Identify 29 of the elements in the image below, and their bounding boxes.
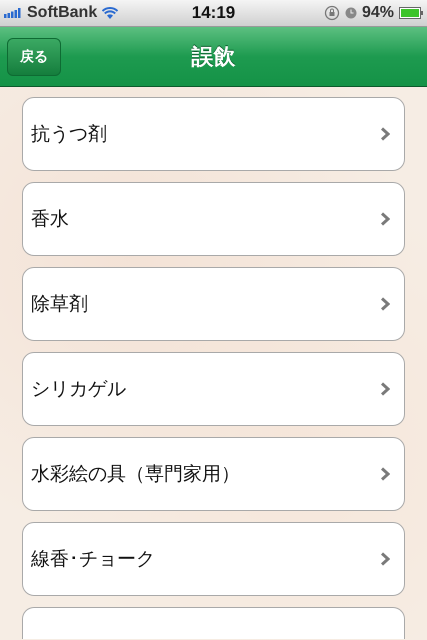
list-item[interactable]: シリカゲル [22, 352, 405, 426]
status-time: 14:19 [192, 3, 236, 23]
item-label: 抗うつ剤 [31, 122, 107, 147]
chevron-icon [380, 212, 390, 226]
rotation-lock-icon [324, 5, 340, 21]
item-label: 除草剤 [31, 292, 88, 317]
carrier-name: SoftBank [27, 4, 98, 22]
item-label: 香水 [31, 207, 69, 232]
item-label: 水彩絵の具（専門家用） [31, 462, 240, 487]
back-button[interactable]: 戻る [7, 38, 61, 76]
list-item[interactable]: 香水 [22, 182, 405, 256]
list-item[interactable]: 除草剤 [22, 267, 405, 341]
chevron-icon [380, 382, 390, 396]
item-label: シリカゲル [31, 377, 126, 402]
list-item[interactable]: 抗うつ剤 [22, 97, 405, 171]
chevron-icon [380, 127, 390, 141]
chevron-icon [380, 467, 390, 481]
wifi-icon [102, 7, 118, 19]
clock-icon [344, 7, 357, 19]
signal-icon [4, 8, 22, 18]
item-label: 線香･チョーク [31, 547, 155, 572]
chevron-icon [380, 297, 390, 311]
list-item[interactable]: 水彩絵の具（専門家用） [22, 437, 405, 511]
battery-icon [399, 7, 423, 19]
screen-title: 誤飲 [192, 44, 236, 72]
list-item[interactable] [22, 607, 405, 639]
chevron-icon [380, 552, 390, 566]
battery-level: 94% [362, 4, 394, 22]
list-item[interactable]: 線香･チョーク [22, 522, 405, 596]
